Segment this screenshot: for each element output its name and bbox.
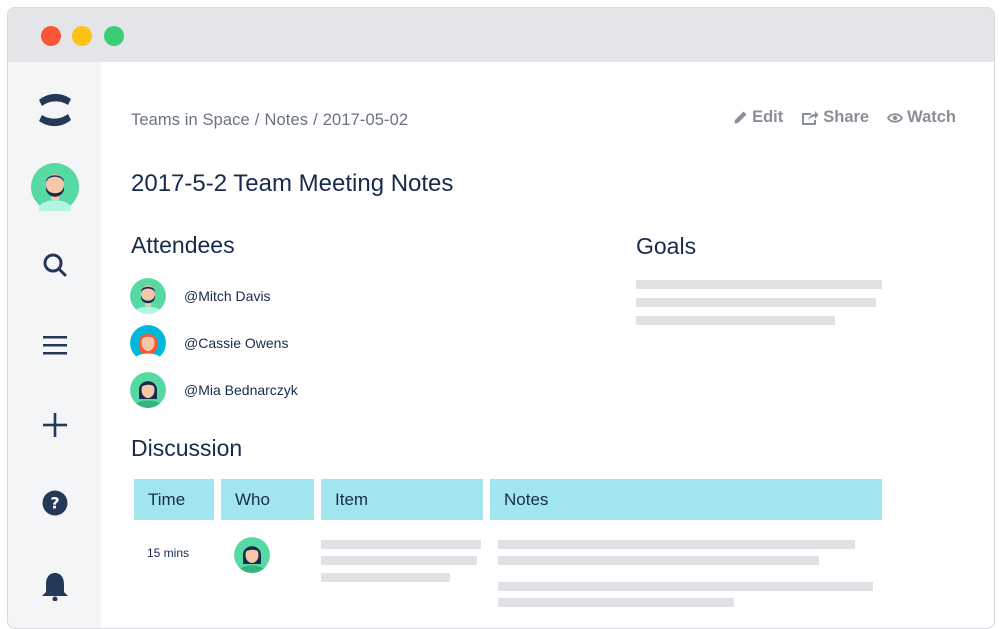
plus-icon	[42, 413, 67, 437]
item-placeholder-line	[321, 573, 450, 582]
notes-placeholder-line	[498, 556, 819, 565]
attendee-handle[interactable]: @Mia Bednarczyk	[184, 382, 298, 398]
share-icon	[802, 110, 819, 125]
edit-button[interactable]: Edit	[733, 108, 783, 127]
attendees-heading: Attendees	[131, 232, 235, 258]
notes-placeholder-line	[498, 582, 873, 591]
zoom-window-button[interactable]	[104, 26, 124, 46]
eye-icon	[887, 112, 904, 123]
title-bar	[8, 8, 994, 62]
sidebar: ?	[8, 62, 101, 628]
confluence-logo-icon[interactable]	[8, 88, 101, 132]
help-button[interactable]: ?	[8, 488, 101, 518]
attendee-item: @Mitch Davis	[130, 277, 271, 315]
pencil-icon	[734, 111, 747, 124]
table-cell-time: 15 mins	[147, 546, 190, 560]
menu-icon	[42, 336, 67, 355]
help-icon: ?	[42, 490, 67, 516]
share-label: Share	[823, 108, 870, 126]
column-header-item[interactable]: Item	[321, 479, 483, 520]
dark-haired-woman-avatar-icon[interactable]	[234, 537, 270, 573]
close-window-button[interactable]	[41, 26, 61, 46]
attendee-item: @Cassie Owens	[130, 324, 288, 362]
notes-placeholder-line	[498, 540, 855, 549]
breadcrumb-notes[interactable]: Notes	[264, 111, 308, 129]
goals-placeholder-line	[636, 298, 876, 307]
breadcrumb-separator: /	[254, 111, 260, 129]
menu-button[interactable]	[8, 330, 101, 360]
breadcrumb-space[interactable]: Teams in Space	[131, 111, 250, 129]
avatar-icon	[30, 163, 79, 211]
breadcrumb: Teams in Space / Notes/2017-05-02	[131, 111, 408, 130]
notes-placeholder-line	[498, 598, 734, 607]
column-header-time[interactable]: Time	[134, 479, 214, 520]
notifications-button[interactable]	[8, 568, 101, 604]
create-button[interactable]	[8, 410, 101, 440]
item-placeholder-line	[321, 556, 477, 565]
watch-button[interactable]: Watch	[887, 108, 956, 127]
breadcrumb-separator: /	[313, 111, 318, 129]
attendee-item: @Mia Bednarczyk	[130, 371, 298, 409]
red-haired-woman-avatar-icon[interactable]	[130, 325, 166, 361]
edit-label: Edit	[752, 108, 784, 126]
search-icon	[43, 253, 66, 277]
goals-heading: Goals	[636, 233, 697, 259]
attendee-handle[interactable]: @Cassie Owens	[184, 335, 288, 351]
column-header-who[interactable]: Who	[221, 479, 314, 520]
discussion-heading: Discussion	[131, 435, 243, 461]
goals-placeholder-line	[636, 280, 882, 289]
app-window: ? Teams in Space/Notes/2017-05-02 Edit	[7, 7, 995, 629]
column-header-notes[interactable]: Notes	[490, 479, 882, 520]
page-content: Teams in Space / Notes/2017-05-02 Edit Sha…	[101, 62, 994, 628]
attendee-handle[interactable]: @Mitch Davis	[184, 288, 271, 304]
bearded-man-avatar-icon[interactable]	[130, 278, 166, 314]
svg-text:?: ?	[50, 494, 59, 513]
user-avatar[interactable]	[8, 162, 101, 212]
watch-label: Watch	[907, 108, 956, 126]
dark-haired-woman-avatar-icon[interactable]	[130, 372, 166, 408]
search-button[interactable]	[8, 250, 101, 280]
share-button[interactable]: Share	[801, 108, 869, 127]
goals-placeholder-line	[636, 316, 835, 325]
breadcrumb-current-page[interactable]: 2017-05-02	[323, 111, 408, 129]
minimize-window-button[interactable]	[72, 26, 92, 46]
page-actions: Edit Share Watch	[733, 108, 956, 127]
item-placeholder-line	[321, 540, 481, 549]
page-title: 2017-5-2 Team Meeting Notes	[131, 170, 454, 197]
bell-icon	[41, 573, 68, 601]
